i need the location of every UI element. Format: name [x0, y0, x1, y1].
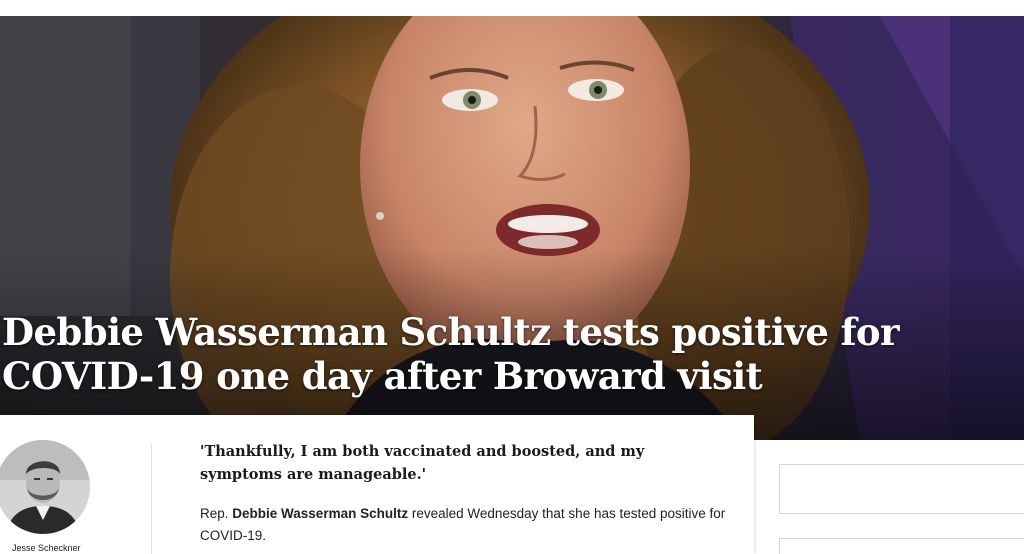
sidebar-widget-bottom — [779, 538, 1024, 554]
hero-image: Debbie Wasserman Schultz tests positive … — [0, 16, 1024, 440]
author-divider — [151, 443, 152, 554]
sidebar-widget-top — [779, 464, 1024, 514]
site-top-bar — [0, 0, 1024, 16]
author-photo — [0, 440, 90, 534]
author-name[interactable]: Jesse Scheckner — [12, 543, 81, 553]
lede-prefix: Rep. — [200, 506, 233, 521]
author-avatar[interactable] — [0, 440, 90, 534]
article-card: Jesse Scheckner 'Thankfully, I am both v… — [0, 415, 754, 554]
article-lede: Rep. Debbie Wasserman Schultz revealed W… — [200, 503, 730, 547]
author-block: Jesse Scheckner — [0, 440, 150, 554]
article-dek: 'Thankfully, I am both vaccinated and bo… — [200, 443, 645, 483]
lede-subject-name: Debbie Wasserman Schultz — [232, 506, 409, 521]
article-headline: Debbie Wasserman Schultz tests positive … — [2, 310, 900, 398]
